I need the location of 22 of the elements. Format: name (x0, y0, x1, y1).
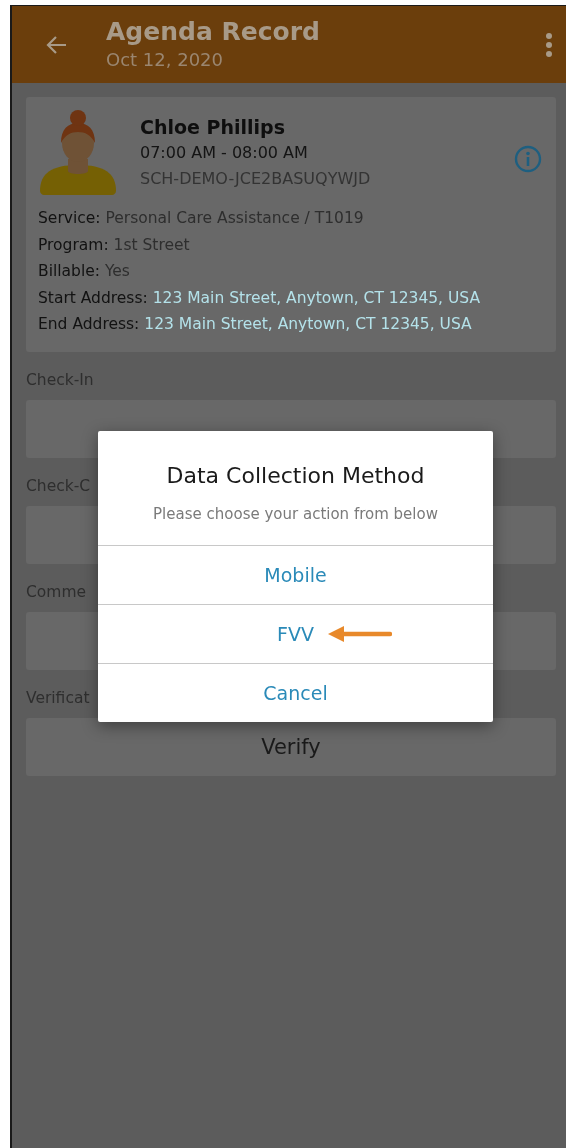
detail-label: Start Address: (38, 288, 148, 307)
detail-value: 1st Street (113, 235, 190, 254)
dialog-message: Please choose your action from below (152, 504, 439, 525)
dialog-title: Data Collection Method (165, 462, 426, 490)
detail-value: Yes (104, 262, 130, 280)
address-link[interactable]: 123 Main Street, Anytown, CT 12345, USA (144, 315, 472, 333)
more-menu-icon[interactable] (546, 32, 552, 57)
detail-value: Personal Care Assistance / T1019 (105, 209, 364, 227)
action-button[interactable]: Verify (26, 717, 556, 776)
visit-time: 07:00 AM - 08:00 AM (140, 142, 309, 164)
dialog-option[interactable]: FVV (271, 619, 320, 649)
detail-label: End Address: (38, 315, 140, 333)
address-link[interactable]: 123 Main Street, Anytown, CT 12345, USA (152, 288, 481, 307)
detail-label: Service: (38, 209, 101, 227)
back-arrow-icon[interactable] (46, 33, 68, 56)
dialog-option[interactable]: Cancel (257, 678, 334, 708)
page-title: Agenda Record (106, 16, 321, 47)
detail-label: Program: (38, 235, 109, 254)
detail-label: Billable: (38, 262, 100, 280)
dialog-option[interactable]: Mobile (258, 560, 333, 590)
client-name: Chloe Phillips (140, 115, 286, 140)
page-date: Oct 12, 2020 (106, 47, 224, 72)
